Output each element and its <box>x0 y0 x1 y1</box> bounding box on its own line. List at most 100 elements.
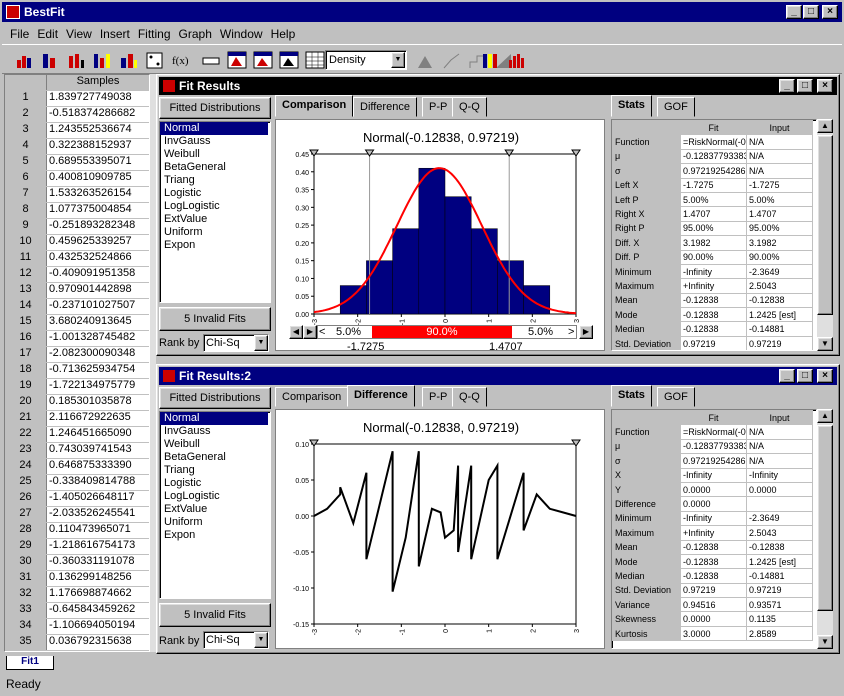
stats-value[interactable]: -1.7275 <box>746 177 813 193</box>
fit-window-1-close[interactable]: × <box>817 79 833 93</box>
table-row[interactable]: 35 0.036792315638 <box>5 635 149 651</box>
table-row[interactable]: 19 -1.722134975779 <box>5 379 149 395</box>
stats-value[interactable]: 0.97219 <box>680 582 747 599</box>
stats-value[interactable]: 95.00% <box>746 220 813 237</box>
graph-window-icon[interactable] <box>226 50 248 70</box>
table-row[interactable]: 15 3.680240913645 <box>5 315 149 331</box>
row-number[interactable]: 33 <box>5 603 47 618</box>
table-row[interactable]: 9 -0.251893282348 <box>5 219 149 235</box>
table-row[interactable]: Skewness 0.0000 0.1135 <box>612 611 813 627</box>
row-number[interactable]: 34 <box>5 619 47 634</box>
stats-value[interactable]: -0.12838 <box>680 292 747 309</box>
row-number[interactable]: 8 <box>5 203 47 218</box>
list-item[interactable]: LogLogistic <box>160 200 270 213</box>
row-number[interactable]: 2 <box>5 107 47 122</box>
table-row[interactable]: 24 0.646875333390 <box>5 459 149 475</box>
table-row[interactable]: 2 -0.518374286682 <box>5 107 149 123</box>
edge-marker[interactable] <box>309 439 319 447</box>
table-row[interactable]: 6 0.400810909785 <box>5 171 149 187</box>
menu-help[interactable]: Help <box>271 27 296 41</box>
row-number[interactable]: 3 <box>5 123 47 138</box>
list-item[interactable]: Normal <box>160 412 268 425</box>
chevron-down-icon[interactable]: ▼ <box>254 335 268 351</box>
fit-window-1-maximize[interactable]: □ <box>797 79 813 93</box>
row-number[interactable]: 5 <box>5 155 47 170</box>
stats-value[interactable]: 0.93571 <box>746 597 813 613</box>
table-row[interactable]: 17 -2.082300090348 <box>5 347 149 363</box>
sample-value[interactable]: -0.518374286682 <box>47 107 149 122</box>
tab-comparison-2[interactable]: Comparison <box>275 387 349 407</box>
row-number[interactable]: 10 <box>5 235 47 250</box>
stats-value[interactable]: 2.5043 <box>746 278 813 294</box>
row-number[interactable]: 11 <box>5 251 47 266</box>
table-row[interactable]: Mode -0.12838 1.2425 [est] <box>612 553 813 570</box>
chevron-down-icon[interactable]: ▼ <box>391 52 405 68</box>
list-item[interactable]: LogLogistic <box>160 490 270 503</box>
stats-value[interactable]: -0.12838 <box>746 292 813 309</box>
corner-cell[interactable] <box>5 75 47 90</box>
stats-value[interactable]: N/A <box>746 163 813 179</box>
sheet-tab[interactable]: Fit1 <box>6 656 54 670</box>
tab-qq-2[interactable]: Q-Q <box>452 387 487 407</box>
print-icon[interactable] <box>200 50 222 70</box>
table-row[interactable]: Minimum -Infinity -2.3649 <box>612 510 813 527</box>
row-number[interactable]: 20 <box>5 395 47 410</box>
table-row[interactable]: 28 0.110473965071 <box>5 523 149 539</box>
stats-value[interactable]: -0.12838 <box>680 307 747 323</box>
fit-window-2-maximize[interactable]: □ <box>797 369 813 383</box>
table-row[interactable]: Left X -1.7275 -1.7275 <box>612 177 813 193</box>
stats-value[interactable]: 95.00% <box>680 220 747 237</box>
stats-value[interactable]: N/A <box>746 424 813 440</box>
edge-marker[interactable] <box>571 439 581 447</box>
table-row[interactable]: 32 1.176698874662 <box>5 587 149 603</box>
stats-value[interactable]: 0.0000 <box>680 496 747 512</box>
edge-marker[interactable] <box>571 149 581 157</box>
sample-value[interactable]: 1.533263526154 <box>47 187 149 202</box>
stats-value[interactable]: -0.12837793383 <box>680 148 747 165</box>
list-item[interactable]: ExtValue <box>160 213 270 226</box>
sample-value[interactable]: -1.405026648117 <box>47 491 149 506</box>
tab-qq-1[interactable]: Q-Q <box>452 97 487 117</box>
row-number[interactable]: 7 <box>5 187 47 202</box>
list-item[interactable]: Uniform <box>160 516 270 529</box>
stats-value[interactable]: -0.14881 <box>746 568 813 584</box>
table-row[interactable]: 29 -1.218616754173 <box>5 539 149 555</box>
sample-value[interactable]: -0.251893282348 <box>47 219 149 234</box>
table-row[interactable]: 8 1.077375004854 <box>5 203 149 219</box>
slider-right-arrow[interactable]: ▶ <box>303 325 317 339</box>
stats-value[interactable]: 1.2425 [est] <box>746 307 813 323</box>
row-number[interactable]: 1 <box>5 91 47 106</box>
table-row[interactable]: 31 0.136299148256 <box>5 571 149 587</box>
table-row[interactable]: Mode -0.12838 1.2425 [est] <box>612 307 813 323</box>
difference-chart[interactable]: 0.10 0.05 0.00 -0.05 -0.10 -0.15-3 -2 -1 0 1 2 3 <box>276 436 606 646</box>
table-row[interactable]: 13 0.970901442898 <box>5 283 149 299</box>
sample-value[interactable]: -1.106694050194 <box>47 619 149 634</box>
tab-gof-1[interactable]: GOF <box>657 97 695 117</box>
stats-value[interactable]: 2.8589 <box>746 625 813 642</box>
stats-value[interactable]: -0.12837793383 <box>680 438 747 455</box>
scroll-thumb[interactable] <box>817 135 833 315</box>
stats-value[interactable]: 2.5043 <box>746 525 813 541</box>
sample-value[interactable]: 0.432532524866 <box>47 251 149 266</box>
tab-pp-1[interactable]: P-P <box>422 97 455 117</box>
fit-window-2-close[interactable]: × <box>817 369 833 383</box>
stats-value[interactable]: 90.00% <box>746 249 813 265</box>
table-row[interactable]: Median -0.12838 -0.14881 <box>612 321 813 337</box>
stats-value[interactable]: -2.3649 <box>746 263 813 280</box>
stats-value[interactable]: -Infinity <box>746 467 813 483</box>
stats-value[interactable]: -Infinity <box>680 510 747 527</box>
samples-grid[interactable]: Samples 1 1.839727749038 2 -0.518374286682 3… <box>4 74 150 652</box>
list-item[interactable]: InvGauss <box>160 135 270 148</box>
stats-value[interactable]: 90.00% <box>680 249 747 265</box>
row-number[interactable]: 27 <box>5 507 47 522</box>
stats-value[interactable]: 0.1135 <box>746 611 813 627</box>
area-icon[interactable] <box>415 50 437 70</box>
stats-value[interactable]: -Infinity <box>680 467 747 483</box>
sample-value[interactable]: 0.743039741543 <box>47 443 149 458</box>
table-row[interactable]: μ -0.12837793383 N/A <box>612 438 813 455</box>
table-row[interactable]: Diff. P 90.00% 90.00% <box>612 249 813 265</box>
table-row[interactable]: 4 0.322388152937 <box>5 139 149 155</box>
run-fit-icon[interactable] <box>66 50 88 70</box>
row-number[interactable]: 30 <box>5 555 47 570</box>
stats-value[interactable]: =RiskNormal(-0 <box>680 424 747 440</box>
